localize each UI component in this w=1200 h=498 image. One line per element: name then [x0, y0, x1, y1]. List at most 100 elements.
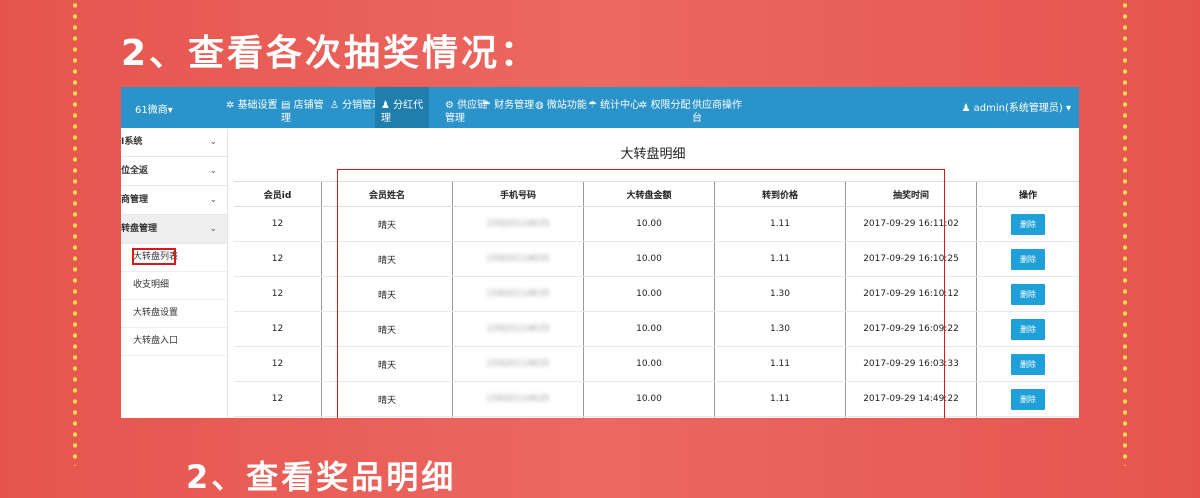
draw-time-cell: 2017-09-29 16:09:22 [845, 311, 977, 347]
nav-item[interactable]: ♟ 分红代 理 [375, 87, 430, 128]
delete-button[interactable]: 删除 [1011, 213, 1045, 235]
delete-button[interactable]: 删除 [1011, 388, 1045, 410]
wheel-amount-cell: 10.00 [583, 346, 715, 382]
wheel-amount-cell-text: 10.00 [636, 324, 662, 334]
member-name-cell: 晴天 [321, 311, 453, 347]
sidebar-group-system[interactable]: I系统 ⌄ [121, 128, 227, 157]
gear-icon: ✲ [226, 100, 238, 111]
member-id-cell: 12 [234, 206, 322, 242]
table-row: 12 晴天 15920114635 10.00 1.11 2017-09-29 16:03… [234, 346, 1079, 382]
table-row: 32此号作废1370000000010.001.102017-09-29 11:… [234, 416, 1079, 418]
member-name-cell-text: 晴天 [377, 395, 396, 406]
sidebar-item-label: 大转盘设置 [133, 308, 179, 318]
records-table: 会员id 会员姓名 手机号码 大转盘金额 转到价格 抽奖时间 操作 12 晴天 15… [234, 181, 1079, 418]
draw-time-cell-text: 2017-09-29 16:10:25 [863, 254, 959, 264]
prize-price-cell-text: 1.11 [769, 394, 791, 404]
column-header: 会员姓名 [321, 181, 453, 207]
delete-button[interactable]: 删除 [1011, 318, 1045, 340]
column-header: 操作 [976, 181, 1079, 207]
nav-item-label: 基础设置 [237, 100, 278, 111]
nav-item[interactable]: ▤ 店铺管 理 [281, 99, 324, 125]
nav-item[interactable]: ⚙ 供应链 管理 [445, 99, 487, 125]
users-icon: ♟ [381, 100, 394, 111]
sidebar-item-wheel-list[interactable]: 大转盘列表 [121, 244, 227, 272]
highlight-box [132, 248, 176, 265]
member-id-cell: 12 [234, 346, 322, 382]
delete-button[interactable]: 删除 [1011, 353, 1045, 375]
decorative-dots-right [1123, 0, 1127, 466]
prize-price-cell: 1.30 [714, 276, 846, 312]
nav-item[interactable]: ✲ 权限分配 [639, 99, 691, 112]
phone-cell-text: 15920114635 [486, 289, 550, 299]
wheel-amount-cell-text: 10.00 [636, 219, 662, 229]
phone-cell: 15920114635 [452, 381, 584, 417]
member-id-cell-text: 12 [271, 289, 284, 299]
wheel-amount-cell: 10.00 [583, 206, 715, 242]
phone-cell: 15920114635 [452, 206, 584, 242]
phone-cell-text: 15920114635 [486, 394, 550, 404]
member-name-cell: 晴天 [321, 206, 453, 242]
wheel-amount-cell: 10.00 [583, 416, 715, 418]
member-name-cell: 晴天 [321, 381, 453, 417]
chevron-down-icon: ⌄ [209, 137, 217, 147]
member-id-cell: 12 [234, 311, 322, 347]
globe-icon: ◍ [535, 100, 547, 111]
draw-time-cell-text: 2017-09-29 14:49:22 [863, 394, 959, 404]
nav-item[interactable]: 供应商操作 台 [692, 99, 742, 125]
nav-item[interactable]: ✲ 基础设置 [226, 99, 278, 112]
column-header: 转到价格 [714, 181, 846, 207]
member-id-cell: 12 [234, 381, 322, 417]
sidebar-group-full-return[interactable]: 位全返 ⌄ [121, 157, 227, 186]
member-name-cell-text: 晴天 [377, 255, 396, 266]
sidebar-group-label: I系统 [121, 137, 143, 147]
draw-time-cell-text: 2017-09-29 16:10:12 [863, 289, 959, 299]
member-name-cell-text: 晴天 [377, 325, 396, 336]
nav-item-label: 权限分配 [650, 100, 691, 111]
member-name-cell-text: 晴天 [377, 220, 396, 231]
prize-price-cell-text: 1.11 [769, 219, 791, 229]
actions-cell: 删除 [976, 381, 1079, 417]
sidebar-group-label: 位全返 [121, 166, 149, 176]
table-header-row: 会员id 会员姓名 手机号码 大转盘金额 转到价格 抽奖时间 操作 [234, 181, 1079, 207]
sidebar-item-wheel-entry[interactable]: 大转盘入口 [121, 328, 227, 356]
actions-cell: 删除 [976, 276, 1079, 312]
member-id-cell-text: 12 [271, 324, 284, 334]
draw-time-cell: 2017-09-29 11:43:28 [845, 416, 977, 418]
nav-item[interactable]: ☂ 统计中心 [588, 99, 640, 112]
delete-button[interactable]: 删除 [1011, 248, 1045, 270]
phone-cell: 13700000000 [452, 416, 584, 418]
nav-item-label: 微站功能 [546, 100, 587, 111]
sidebar-item-label: 收支明细 [133, 280, 170, 290]
nav-item[interactable]: ◍ 微站功能 [535, 99, 587, 112]
wheel-amount-cell-text: 10.00 [636, 394, 662, 404]
member-id-cell-text: 12 [271, 219, 284, 229]
chevron-down-icon: ⌄ [209, 195, 217, 205]
sidebar-group-merchant[interactable]: 商管理 ⌄ [121, 186, 227, 215]
member-id-cell: 12 [234, 276, 322, 312]
member-name-cell: 晴天 [321, 241, 453, 277]
sidebar-item-income-detail[interactable]: 收支明细 [121, 272, 227, 300]
phone-cell: 15920114635 [452, 311, 584, 347]
delete-button[interactable]: 删除 [1011, 283, 1045, 305]
sidebar-group-wheel[interactable]: 转盘管理 ⌄ [121, 215, 227, 244]
person-icon: ♙ [330, 100, 343, 111]
column-header: 大转盘金额 [583, 181, 715, 207]
wheel-amount-cell: 10.00 [583, 311, 715, 347]
wheel-amount-cell-text: 10.00 [636, 289, 662, 299]
draw-time-cell: 2017-09-29 16:10:12 [845, 276, 977, 312]
store-icon: ▤ [281, 100, 294, 111]
user-menu[interactable]: ♟ admin(系统管理员) ▾ [962, 99, 1072, 114]
umbrella-icon: ☂ [482, 100, 495, 111]
umbrella-icon: ☂ [588, 100, 601, 111]
phone-cell-text: 15920114635 [486, 359, 550, 369]
brand-menu[interactable]: 61微商▾ [135, 101, 173, 116]
actions-cell: 删除 [976, 311, 1079, 347]
nav-item[interactable]: ☂ 财务管理 [482, 99, 534, 112]
member-id-cell-text: 12 [271, 394, 284, 404]
actions-cell: 删除 [976, 206, 1079, 242]
prize-price-cell: 1.11 [714, 241, 846, 277]
table-row: 12 晴天 15920114635 10.00 1.11 2017-09-29 16:11… [234, 206, 1079, 242]
draw-time-cell: 2017-09-29 14:49:22 [845, 381, 977, 417]
prize-price-cell: 1.11 [714, 206, 846, 242]
sidebar-item-wheel-settings[interactable]: 大转盘设置 [121, 300, 227, 328]
